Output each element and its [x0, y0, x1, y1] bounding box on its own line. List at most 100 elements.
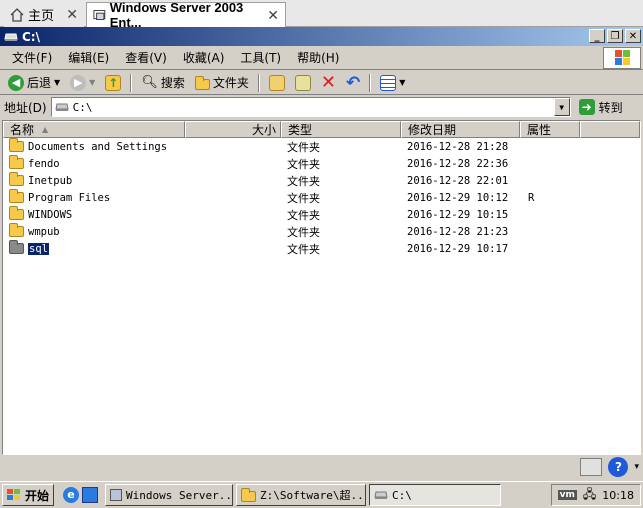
- address-dropdown-button[interactable]: ▼: [553, 98, 570, 116]
- list-item[interactable]: WINDOWS 文件夹 2016-12-29 10:15: [3, 206, 640, 223]
- list-item[interactable]: Inetpub 文件夹 2016-12-28 22:01: [3, 172, 640, 189]
- taskbar-item-software-folder[interactable]: Z:\Software\超...: [236, 484, 367, 506]
- close-icon[interactable]: ✕: [267, 7, 279, 24]
- menu-view[interactable]: 查看(V): [117, 49, 175, 66]
- restore-button[interactable]: ❐: [607, 29, 623, 43]
- file-name: Program Files: [28, 191, 111, 204]
- copy-to-button[interactable]: [291, 72, 315, 94]
- list-item[interactable]: wmpub 文件夹 2016-12-28 21:23: [3, 223, 640, 240]
- address-label: 地址(D): [4, 100, 47, 115]
- menu-favorites[interactable]: 收藏(A): [175, 49, 233, 66]
- file-name-cell[interactable]: wmpub: [9, 223, 60, 240]
- ie-icon[interactable]: e: [63, 487, 80, 503]
- help-icon[interactable]: ?: [608, 457, 629, 477]
- file-attributes: R: [528, 191, 535, 204]
- file-name-cell[interactable]: WINDOWS: [9, 206, 72, 223]
- file-name-cell[interactable]: Inetpub: [9, 172, 72, 189]
- toolbar-separator: [130, 73, 133, 92]
- undo-button[interactable]: ↶: [342, 72, 364, 94]
- list-item[interactable]: fendo 文件夹 2016-12-28 22:36: [3, 155, 640, 172]
- minimize-button[interactable]: _: [589, 29, 605, 43]
- folders-button[interactable]: 文件夹: [191, 72, 253, 94]
- file-name: wmpub: [28, 225, 60, 238]
- go-button[interactable]: ➜ 转到: [575, 99, 627, 116]
- file-name-cell[interactable]: fendo: [9, 155, 60, 172]
- file-type: 文件夹: [287, 208, 320, 222]
- file-type: 文件夹: [287, 174, 320, 188]
- column-header-name[interactable]: 名称 ▲: [3, 121, 185, 138]
- tab-home[interactable]: 主页 ✕: [4, 2, 84, 27]
- start-button[interactable]: 开始: [2, 484, 55, 506]
- taskbar-item-c-drive[interactable]: C:\: [369, 484, 502, 506]
- vm-icon: [93, 10, 106, 20]
- window-title: C:\: [22, 29, 40, 44]
- menu-help[interactable]: 帮助(H): [289, 49, 347, 66]
- chevron-down-icon[interactable]: ▼: [89, 78, 95, 87]
- file-name: fendo: [28, 157, 60, 170]
- menu-file[interactable]: 文件(F): [4, 49, 60, 66]
- list-item[interactable]: sql 文件夹 2016-12-29 10:17: [3, 240, 640, 257]
- drive-icon: [374, 491, 388, 499]
- search-button[interactable]: 🔍︎ 搜索: [137, 72, 189, 94]
- desktop-icon[interactable]: [82, 487, 99, 503]
- window-title-bar[interactable]: C:\ _ ❐ ✕: [0, 27, 643, 46]
- start-label: 开始: [25, 488, 50, 503]
- list-item[interactable]: Program Files 文件夹 2016-12-29 10:12 R: [3, 189, 640, 206]
- menu-tools[interactable]: 工具(T): [232, 49, 289, 66]
- tab-vm[interactable]: Windows Server 2003 Ent... ✕: [86, 0, 286, 30]
- file-name-cell[interactable]: Program Files: [9, 189, 110, 206]
- file-modified: 2016-12-29 10:15: [407, 208, 509, 221]
- delete-button[interactable]: ✕: [317, 72, 340, 94]
- list-item[interactable]: Documents and Settings 文件夹 2016-12-28 21:2…: [3, 138, 640, 155]
- column-header-size-label: 大小: [251, 123, 276, 137]
- file-list-view[interactable]: 名称 ▲ 大小 类型 修改日期 属性 Documents and Setting…: [2, 120, 641, 455]
- up-folder-button[interactable]: ↑: [101, 72, 125, 94]
- folder-icon: [194, 76, 210, 90]
- forward-button[interactable]: ▶ ▼: [66, 72, 99, 94]
- folder-icon: [9, 206, 24, 220]
- copy-to-icon: [294, 74, 311, 91]
- up-folder-icon: ↑: [105, 74, 122, 91]
- column-header-date[interactable]: 修改日期: [401, 121, 520, 138]
- file-name-cell[interactable]: Documents and Settings: [9, 138, 167, 155]
- close-button[interactable]: ✕: [625, 29, 641, 43]
- column-header-date-label: 修改日期: [408, 123, 457, 137]
- clock[interactable]: 10:18: [602, 489, 634, 502]
- column-header-attr[interactable]: 属性: [520, 121, 580, 138]
- back-button[interactable]: ◀ 后退 ▼: [4, 72, 64, 94]
- file-type: 文件夹: [287, 191, 320, 205]
- status-bar: ? ▾: [0, 456, 643, 478]
- close-icon[interactable]: ✕: [66, 7, 78, 23]
- file-name: sql: [27, 241, 50, 256]
- search-label: 搜索: [160, 76, 185, 90]
- column-header-size[interactable]: 大小: [185, 121, 281, 138]
- keyboard-icon[interactable]: [580, 458, 603, 476]
- file-type: 文件夹: [287, 140, 320, 154]
- taskbar: 开始 e Windows Server... Z:\Software\超... …: [0, 481, 643, 508]
- tab-home-label: 主页: [28, 9, 55, 24]
- home-icon: [10, 7, 24, 22]
- taskbar-item-windows-server[interactable]: Windows Server...: [105, 484, 234, 506]
- system-tray: vm 🖧 10:18: [550, 484, 641, 506]
- folder-icon: [9, 189, 24, 203]
- views-button[interactable]: ▼: [376, 72, 409, 94]
- vmware-tools-icon[interactable]: vm: [557, 490, 577, 500]
- network-icon[interactable]: 🖧: [583, 485, 596, 506]
- chevron-down-icon[interactable]: ▼: [54, 78, 60, 87]
- standard-toolbar: ◀ 后退 ▼ ▶ ▼ ↑ 🔍︎ 搜索 文件夹 ✕ ↶ ▼: [0, 71, 643, 95]
- folders-label: 文件夹: [212, 76, 249, 90]
- menu-edit[interactable]: 编辑(E): [60, 49, 117, 66]
- move-to-button[interactable]: [265, 72, 289, 94]
- column-header-type[interactable]: 类型: [281, 121, 401, 138]
- chevron-down-icon[interactable]: ▾: [634, 462, 639, 472]
- folder-icon: [9, 172, 24, 186]
- go-arrow-icon: ➜: [578, 99, 595, 115]
- undo-icon: ↶: [345, 72, 361, 93]
- chevron-down-icon[interactable]: ▼: [399, 78, 405, 87]
- file-name-cell[interactable]: sql: [9, 240, 50, 257]
- windows-flag-icon: [7, 489, 20, 500]
- back-label: 后退: [27, 76, 52, 90]
- file-modified: 2016-12-28 22:01: [407, 174, 509, 187]
- address-input[interactable]: C:\ ▼: [50, 97, 571, 117]
- file-type: 文件夹: [287, 225, 320, 239]
